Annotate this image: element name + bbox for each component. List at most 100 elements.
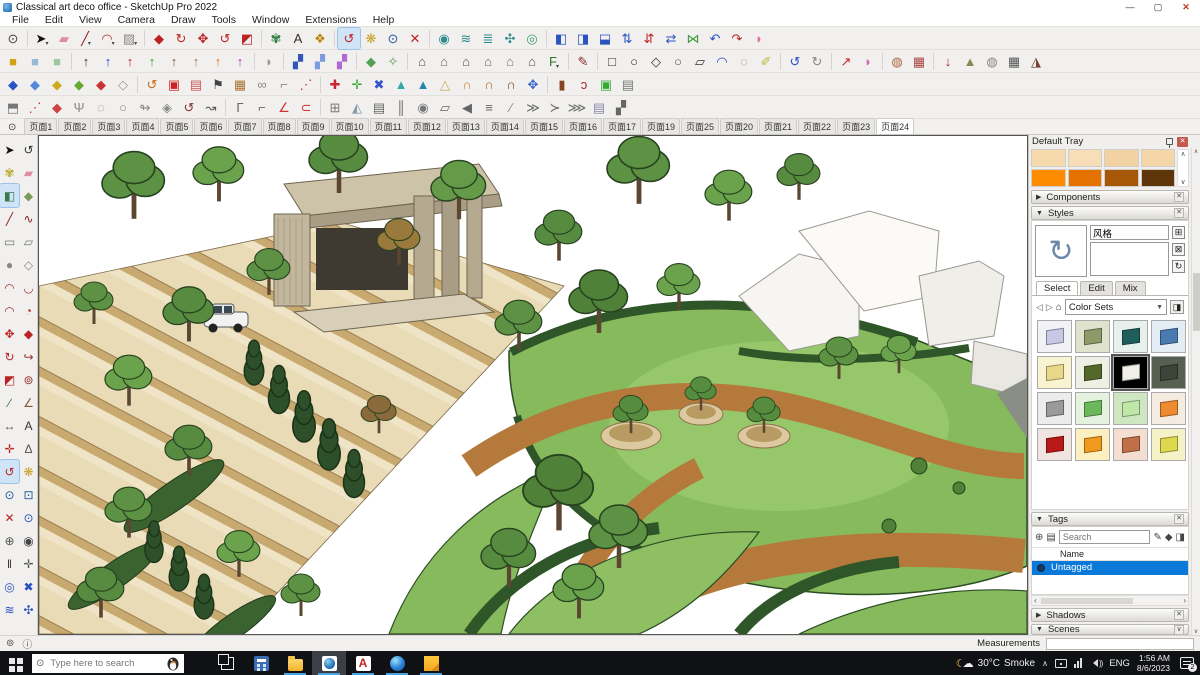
tool-box-green-icon[interactable]: ■	[46, 51, 68, 72]
tool-gem-blue-icon[interactable]: ◆	[2, 74, 24, 95]
scroll-left-icon[interactable]: ‹	[1034, 596, 1037, 605]
tool-path-dots-icon[interactable]: ⋰	[295, 74, 317, 95]
taskbar-app-file-explorer[interactable]	[278, 651, 312, 675]
menu-extensions[interactable]: Extensions	[297, 14, 364, 26]
style-thumbnail[interactable]	[1113, 320, 1148, 353]
tool-stamp-down-icon[interactable]: ↓	[937, 51, 959, 72]
taskbar-app-acrobat[interactable]	[346, 651, 380, 675]
scene-search-icon[interactable]: ⊙	[8, 122, 16, 133]
tool-spiral-orange-icon[interactable]: ↺	[141, 74, 163, 95]
tool-tape-measure-icon[interactable]: ∕	[0, 391, 19, 414]
tool-sketch-pencil-icon[interactable]: ✎	[572, 51, 594, 72]
tool-vector-pink-icon[interactable]: ◗	[857, 51, 879, 72]
tool-eraser-icon[interactable]: ▰	[19, 161, 38, 184]
tool-hatch-icon[interactable]: ▞	[610, 97, 632, 118]
color-swatch[interactable]	[1031, 169, 1066, 187]
tag-search-input[interactable]	[1058, 530, 1151, 544]
tool-house-plain-icon[interactable]: ⌂	[455, 51, 477, 72]
tool-gem-yellow-icon[interactable]: ◆	[46, 74, 68, 95]
tool-shape-ring-icon[interactable]: ◌	[733, 51, 755, 72]
tool-paste-board-icon[interactable]: ▤	[617, 74, 639, 95]
menu-window[interactable]: Window	[244, 14, 297, 26]
style-thumbnail[interactable]	[1151, 320, 1186, 353]
scrollbar-thumb[interactable]	[1192, 273, 1200, 331]
tool-section-x-icon[interactable]: ✖	[19, 575, 38, 598]
tool-curve-red-icon[interactable]: ⊂	[295, 97, 317, 118]
style-thumbnail[interactable]	[1037, 320, 1072, 353]
tool-louvers-icon[interactable]: ▤	[368, 97, 390, 118]
tool-panel-1-icon[interactable]: ▞	[287, 51, 309, 72]
details-icon[interactable]: ◨	[1176, 532, 1185, 543]
tool-arc-icon[interactable]: ◠ ▾	[97, 28, 119, 49]
tool-house-outline-icon[interactable]: ⌂	[499, 51, 521, 72]
tool-pan-icon[interactable]: ❋	[19, 460, 38, 483]
style-description-box[interactable]	[1090, 242, 1169, 276]
scene-tab[interactable]: 页面24	[876, 118, 915, 134]
scene-tab[interactable]: 页面15	[524, 118, 563, 134]
details-button[interactable]: ◨	[1170, 300, 1184, 314]
tool-angle-red-icon[interactable]: ∠	[273, 97, 295, 118]
tool-eraser-icon[interactable]: ▰	[53, 28, 75, 49]
tool-ramp-icon[interactable]: ∕	[500, 97, 522, 118]
style-thumbnail[interactable]	[1037, 392, 1072, 425]
tool-arc-icon[interactable]: ◠	[0, 276, 19, 299]
tool-house-chimney-icon[interactable]: ⌂	[411, 51, 433, 72]
tool-text-icon[interactable]: A	[19, 414, 38, 437]
tool-look-around-icon[interactable]: ◉	[19, 529, 38, 552]
tool-knot-icon[interactable]: ↺	[178, 97, 200, 118]
scene-tab[interactable]: 页面12	[407, 118, 446, 134]
palette-scrollbar[interactable]: ∧ ∨	[1177, 149, 1189, 187]
display-connect-icon[interactable]	[1054, 658, 1067, 668]
hidden-icons-chevron[interactable]: ∧	[1042, 659, 1048, 668]
style-thumbnail[interactable]	[1075, 320, 1110, 353]
tool-plus-green-icon[interactable]: ✛	[346, 74, 368, 95]
maximize-button[interactable]: ▢	[1144, 0, 1172, 14]
tool-stamp-dark-icon[interactable]: ▦	[1003, 51, 1025, 72]
tool-corner-left-icon[interactable]: Γ	[229, 97, 251, 118]
menu-camera[interactable]: Camera	[110, 14, 163, 26]
minimize-button[interactable]: —	[1116, 0, 1144, 14]
scene-tab[interactable]: 页面1	[24, 118, 58, 134]
tool-drop-teal-2-icon[interactable]: ▲	[412, 74, 434, 95]
tool-raise-object-icon[interactable]: ⇅	[616, 28, 638, 49]
scene-tab[interactable]: 页面7	[228, 118, 262, 134]
tool-line-icon[interactable]: ╱	[0, 207, 19, 230]
tool-drop-orange-icon[interactable]: ↑	[207, 51, 229, 72]
tool-stamp-icon[interactable]: ◆	[19, 184, 38, 207]
tool-section-cuts-icon[interactable]: ≣	[477, 28, 499, 49]
tool-shape-polygon-icon[interactable]: ◇	[645, 51, 667, 72]
tool-fork-icon[interactable]: Ψ	[68, 97, 90, 118]
scene-tab[interactable]: 页面9	[296, 118, 330, 134]
menu-draw[interactable]: Draw	[163, 14, 204, 26]
tool-offset-icon[interactable]: ⊚	[19, 368, 38, 391]
collapse-arrow-icon[interactable]: ▼	[1036, 210, 1043, 217]
tool-orbit-select-icon[interactable]: ↺	[19, 138, 38, 161]
language-indicator[interactable]: ENG	[1109, 658, 1130, 669]
tool-redo-curve-icon[interactable]: ↷	[726, 28, 748, 49]
tool-swap-axes-icon[interactable]: ⇄	[660, 28, 682, 49]
style-thumbnail[interactable]	[1151, 428, 1186, 461]
add-tag-icon[interactable]: ⊕	[1035, 532, 1043, 543]
tool-hook-red-icon[interactable]: ↄ	[573, 74, 595, 95]
tool-drop-black-icon[interactable]: ↑	[75, 51, 97, 72]
tool-mirror-icon[interactable]: ⋈	[682, 28, 704, 49]
tool-barrel-icon[interactable]: ▮	[551, 74, 573, 95]
tool-drop-magenta-icon[interactable]: ↑	[229, 51, 251, 72]
style-thumbnail[interactable]	[1075, 356, 1110, 389]
tool-three-d-text-icon[interactable]: Δ	[19, 437, 38, 460]
style-name-input[interactable]	[1090, 225, 1169, 240]
menu-file[interactable]: File	[4, 14, 37, 26]
scroll-down-icon[interactable]: ∨	[1194, 628, 1198, 635]
tool-chevrons-1-icon[interactable]: ≫	[522, 97, 544, 118]
tool-house-roof-icon[interactable]: ⌂	[521, 51, 543, 72]
tool-two-point-arc-icon[interactable]: ◡	[19, 276, 38, 299]
tool-section-plane-icon[interactable]: ◉	[433, 28, 455, 49]
tool-mesh-grid-icon[interactable]: ▦	[908, 51, 930, 72]
tool-vegetation-icon[interactable]: ◆	[360, 51, 382, 72]
tool-orbit-icon[interactable]: ↺	[0, 459, 20, 484]
tool-follow-me-icon[interactable]: ↻	[170, 28, 192, 49]
tool-walk-icon[interactable]: ‖	[0, 552, 19, 575]
collapse-arrow-icon[interactable]: ▼	[1036, 516, 1043, 523]
tool-house-flat-icon[interactable]: ⌂	[477, 51, 499, 72]
tool-paint-icon[interactable]: ✾	[0, 161, 19, 184]
